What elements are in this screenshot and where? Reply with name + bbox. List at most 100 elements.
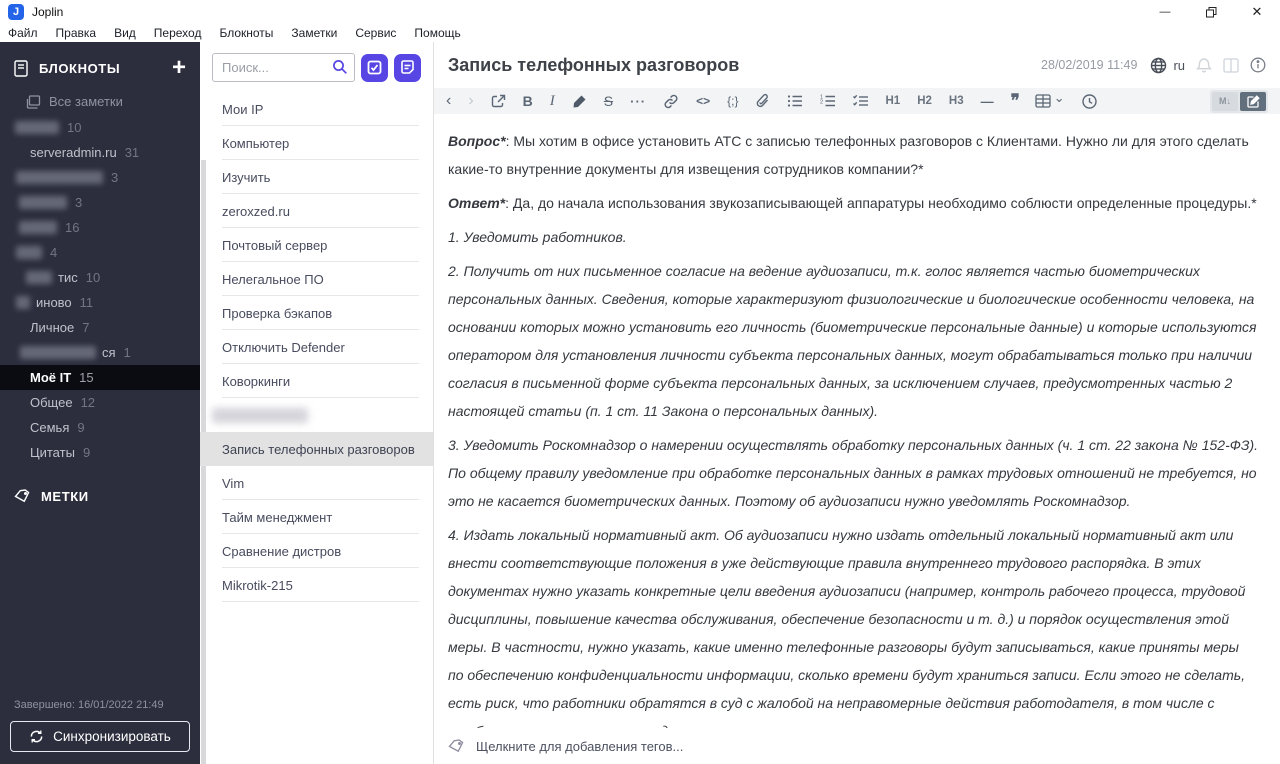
heading1-button[interactable]: H1 bbox=[886, 95, 901, 107]
link-icon[interactable] bbox=[663, 94, 679, 109]
svg-text:2: 2 bbox=[820, 100, 823, 106]
menu-goto[interactable]: Переход bbox=[154, 26, 202, 40]
tags-header: МЕТКИ bbox=[0, 465, 200, 512]
menu-edit[interactable]: Правка bbox=[56, 26, 97, 40]
horizontal-rule-button[interactable]: — bbox=[981, 94, 994, 109]
sidebar-item-citaty[interactable]: Цитаты 9 bbox=[0, 440, 200, 465]
inline-code-button[interactable]: <> bbox=[696, 94, 710, 108]
checklist-icon[interactable] bbox=[852, 94, 869, 108]
tag-icon bbox=[14, 489, 30, 503]
notes: Мои IP Компьютер Изучить zeroxzed.ru Поч… bbox=[200, 90, 433, 602]
note-row[interactable]: Mikrotik-215 bbox=[200, 568, 433, 602]
more-formats-button[interactable]: ··· bbox=[630, 94, 646, 109]
heading3-button[interactable]: H3 bbox=[949, 95, 964, 107]
window-title: Joplin bbox=[32, 5, 64, 19]
back-button[interactable]: ‹ bbox=[446, 92, 451, 110]
minimize-button[interactable]: — bbox=[1142, 0, 1188, 24]
note-row[interactable]: Изучить bbox=[200, 160, 433, 194]
add-notebook-button[interactable]: + bbox=[172, 56, 186, 80]
new-todo-button[interactable] bbox=[360, 53, 388, 82]
table-icon bbox=[1035, 94, 1051, 108]
sidebar-item-lichnoe[interactable]: Личное 7 bbox=[0, 315, 200, 340]
joplin-app-icon: J bbox=[8, 4, 24, 20]
window-titlebar: J Joplin — ✕ bbox=[0, 0, 1280, 24]
redacted-prefix bbox=[20, 346, 96, 359]
all-notes-icon bbox=[26, 94, 41, 109]
note-row[interactable]: Мои IP bbox=[200, 92, 433, 126]
note-row[interactable]: Тайм менеджмент bbox=[200, 500, 433, 534]
paragraph-1: 1. Уведомить работников. bbox=[448, 229, 627, 245]
menu-help[interactable]: Помощь bbox=[414, 26, 460, 40]
sidebar-item-all-notes[interactable]: Все заметки bbox=[0, 88, 200, 115]
bold-button[interactable]: B bbox=[523, 93, 533, 109]
sidebar-item-obshchee[interactable]: Общее 12 bbox=[0, 390, 200, 415]
note-row[interactable]: Сравнение дистров bbox=[200, 534, 433, 568]
menu-bar: Файл Правка Вид Переход Блокноты Заметки… bbox=[0, 24, 1280, 42]
sync-status: Завершено: 16/01/2022 21:49 bbox=[14, 699, 164, 711]
attach-icon[interactable] bbox=[756, 93, 770, 109]
sidebar-item-tis[interactable]: тис 10 bbox=[0, 265, 200, 290]
note-row-selected[interactable]: Запись телефонных разговоров bbox=[200, 432, 433, 466]
bullet-list-icon[interactable] bbox=[787, 94, 803, 108]
add-tags-label: Щелкните для добавления тегов... bbox=[476, 738, 684, 754]
note-row[interactable]: Нелегальное ПО bbox=[200, 262, 433, 296]
menu-tools[interactable]: Сервис bbox=[355, 26, 396, 40]
blockquote-button[interactable]: ❞ bbox=[1011, 91, 1020, 111]
menu-notebooks[interactable]: Блокноты bbox=[219, 26, 273, 40]
paragraph-question: Вопрос*: Мы хотим в офисе установить АТС… bbox=[448, 133, 1249, 177]
insert-datetime-icon[interactable] bbox=[1081, 93, 1097, 109]
richtext-view-toggle[interactable] bbox=[1240, 91, 1266, 111]
layout-columns-icon bbox=[1223, 57, 1239, 73]
synchronize-button[interactable]: Синхронизировать bbox=[10, 721, 190, 752]
highlight-pen-icon[interactable] bbox=[572, 94, 587, 109]
external-edit-icon[interactable] bbox=[491, 94, 506, 109]
redacted-label bbox=[15, 121, 59, 134]
sidebar: БЛОКНОТЫ + Все заметки 10 serveradmin.ru… bbox=[0, 42, 200, 764]
redacted-label bbox=[19, 196, 67, 209]
tag-bar[interactable]: Щелкните для добавления тегов... bbox=[434, 728, 1280, 764]
note-row[interactable]: Проверка бэкапов bbox=[200, 296, 433, 330]
sidebar-item-serveradmin[interactable]: serveradmin.ru 31 bbox=[0, 140, 200, 165]
note-title[interactable]: Запись телефонных разговоров bbox=[448, 55, 739, 76]
note-row[interactable]: Отключить Defender bbox=[200, 330, 433, 364]
note-row[interactable]: Компьютер bbox=[200, 126, 433, 160]
spellcheck-language[interactable]: ru bbox=[1173, 58, 1185, 73]
synchronize-label: Синхронизировать bbox=[53, 729, 171, 744]
menu-notes[interactable]: Заметки bbox=[291, 26, 337, 40]
redacted-note-title bbox=[212, 407, 308, 423]
menu-file[interactable]: Файл bbox=[8, 26, 38, 40]
heading2-button[interactable]: H2 bbox=[917, 95, 932, 107]
sidebar-item-semya[interactable]: Семья 9 bbox=[0, 415, 200, 440]
sidebar-item-sya[interactable]: ся 1 bbox=[0, 340, 200, 365]
sidebar-item-redacted[interactable]: 16 bbox=[0, 215, 200, 240]
close-button[interactable]: ✕ bbox=[1234, 0, 1280, 24]
menu-view[interactable]: Вид bbox=[114, 26, 136, 40]
note-row[interactable]: Коворкинги bbox=[200, 364, 433, 398]
notebook-icon bbox=[14, 59, 28, 77]
markdown-view-toggle[interactable]: M↓ bbox=[1212, 91, 1238, 111]
globe-icon bbox=[1151, 57, 1167, 73]
note-row[interactable]: Почтовый сервер bbox=[200, 228, 433, 262]
sidebar-item-redacted[interactable]: 3 bbox=[0, 165, 200, 190]
tag-icon bbox=[448, 738, 464, 752]
restore-button[interactable] bbox=[1188, 0, 1234, 24]
insert-table-button[interactable]: ⌄ bbox=[1035, 90, 1065, 108]
note-body[interactable]: Вопрос*: Мы хотим в офисе установить АТС… bbox=[434, 114, 1280, 728]
note-row-redacted[interactable] bbox=[200, 398, 433, 432]
sidebar-item-redacted[interactable]: 10 bbox=[0, 115, 200, 140]
sidebar-item-moe-it[interactable]: Моё IT 15 bbox=[0, 365, 200, 390]
sidebar-item-inovo[interactable]: иново 11 bbox=[0, 290, 200, 315]
code-block-button[interactable]: {;} bbox=[727, 94, 738, 108]
italic-button[interactable]: I bbox=[550, 93, 555, 110]
sidebar-item-redacted[interactable]: 4 bbox=[0, 240, 200, 265]
strikethrough-button[interactable]: S bbox=[604, 93, 613, 109]
edit-pencil-icon bbox=[1246, 94, 1260, 108]
numbered-list-icon[interactable]: 12 bbox=[820, 94, 836, 108]
new-note-button[interactable] bbox=[393, 53, 422, 82]
note-row[interactable]: Vim bbox=[200, 466, 433, 500]
redacted-prefix bbox=[16, 296, 30, 309]
sync-area: Завершено: 16/01/2022 21:49 Синхронизиро… bbox=[0, 699, 200, 764]
note-row[interactable]: zeroxzed.ru bbox=[200, 194, 433, 228]
sidebar-item-redacted[interactable]: 3 bbox=[0, 190, 200, 215]
layout-toggle: M↓ bbox=[1210, 89, 1268, 113]
